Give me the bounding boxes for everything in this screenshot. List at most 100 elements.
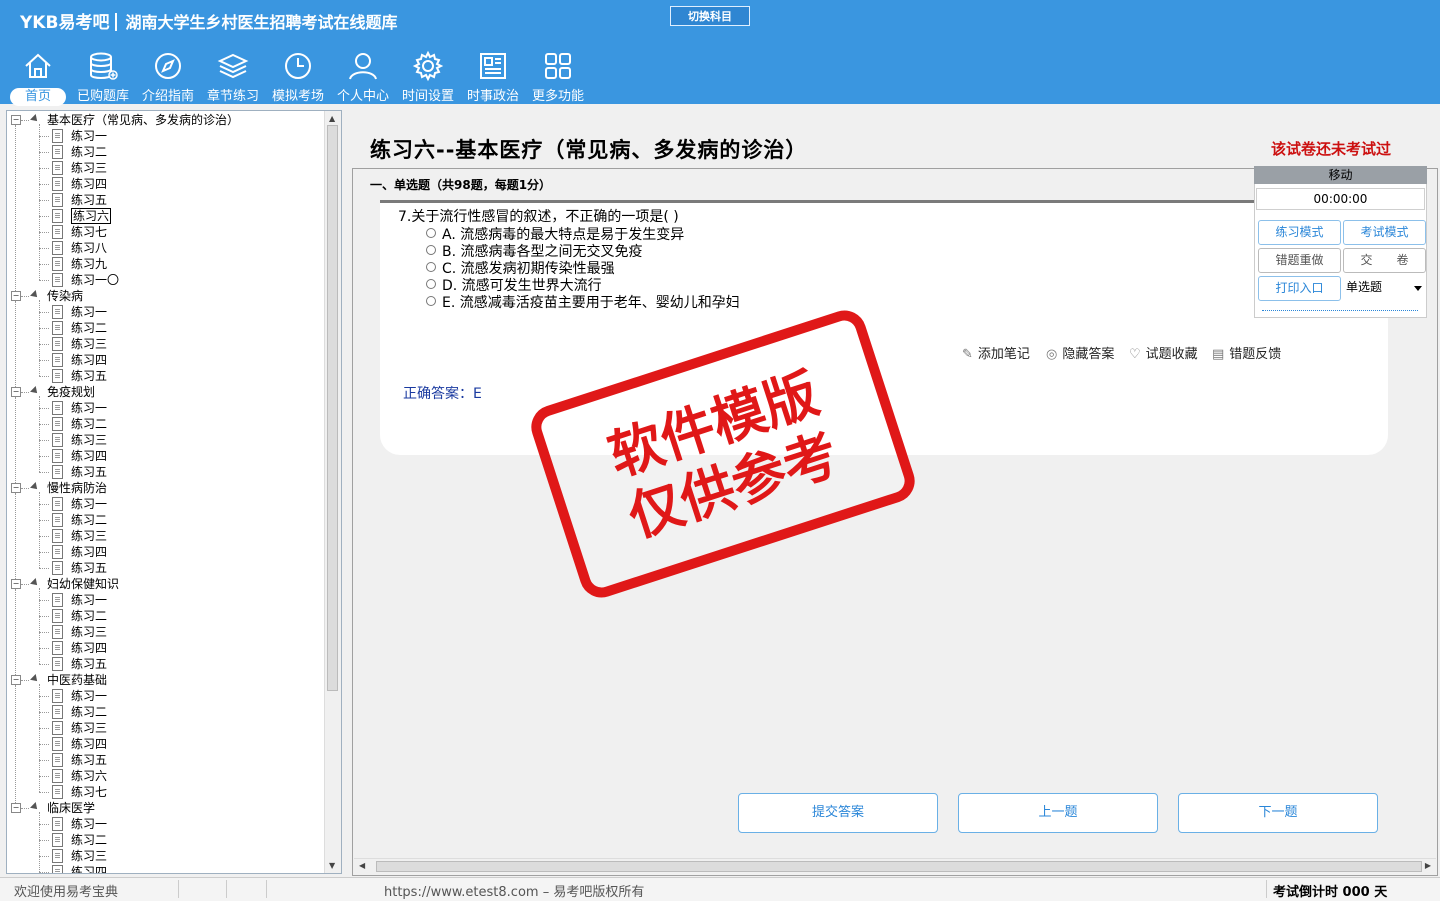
tree-item[interactable]: 练习四 <box>71 736 107 752</box>
tree-item[interactable]: 练习二 <box>71 704 107 720</box>
question-type-select[interactable]: 单选题 <box>1343 276 1426 301</box>
tree-toggle[interactable]: − <box>11 115 21 125</box>
scroll-left-icon[interactable]: ◀ <box>359 861 365 870</box>
tree-item[interactable]: 练习二 <box>71 144 107 160</box>
submit-answer-button[interactable]: 提交答案 <box>738 793 938 833</box>
nav-item-2[interactable]: 介绍指南 <box>137 46 199 106</box>
add-note-button[interactable]: ✎ 添加笔记 <box>962 343 1030 362</box>
radio-button[interactable] <box>426 262 436 272</box>
tree-toggle[interactable]: − <box>11 675 21 685</box>
scroll-thumb[interactable] <box>327 125 338 691</box>
tree-item[interactable]: 练习一 <box>71 400 107 416</box>
tree-toggle[interactable]: − <box>11 387 21 397</box>
nav-item-7[interactable]: 时事政治 <box>462 46 524 106</box>
panel-divider <box>1262 310 1418 311</box>
submit-paper-button[interactable]: 交 卷 <box>1343 248 1426 273</box>
nav-label: 个人中心 <box>336 89 389 104</box>
tree-group[interactable]: 妇幼保健知识 <box>47 576 119 592</box>
tree-item[interactable]: 练习三 <box>71 528 107 544</box>
expand-triangle-icon <box>30 114 40 124</box>
tree-item[interactable]: 练习三 <box>71 720 107 736</box>
tree-item[interactable]: 练习二 <box>71 512 107 528</box>
nav-item-1[interactable]: 已购题库 <box>72 46 134 106</box>
tree-item[interactable]: 练习四 <box>71 176 107 192</box>
tree-item[interactable]: 练习四 <box>71 352 107 368</box>
exam-mode-button[interactable]: 考试模式 <box>1343 220 1426 245</box>
tree-group[interactable]: 基本医疗（常见病、多发病的诊治） <box>47 112 239 128</box>
tree-item[interactable]: 练习二 <box>71 416 107 432</box>
tree-item[interactable]: 练习五 <box>71 560 107 576</box>
tree-item[interactable]: 练习五 <box>71 368 107 384</box>
tree-item[interactable]: 练习七 <box>71 784 107 800</box>
tree-item[interactable]: 练习六 <box>71 768 107 784</box>
tree-item[interactable]: 练习四 <box>71 544 107 560</box>
nav-item-5[interactable]: 个人中心 <box>332 46 394 106</box>
tree-item[interactable]: 练习三 <box>71 432 107 448</box>
tree-item[interactable]: 练习九 <box>71 256 107 272</box>
nav-item-6[interactable]: 时间设置 <box>397 46 459 106</box>
brand-logo: YKB易考吧 <box>20 13 110 33</box>
sidebar-scrollbar[interactable]: ▲ ▼ <box>324 111 341 873</box>
h-scroll-thumb[interactable] <box>376 861 1422 872</box>
tree-group[interactable]: 免疫规划 <box>47 384 95 400</box>
tree-item[interactable]: 练习二 <box>71 832 107 848</box>
nav-item-0[interactable]: 首页 <box>7 46 69 106</box>
tree-toggle[interactable]: − <box>11 291 21 301</box>
tree-item[interactable]: 练习三 <box>71 624 107 640</box>
tree-item[interactable]: 练习二 <box>71 608 107 624</box>
radio-button[interactable] <box>426 228 436 238</box>
chapter-tree[interactable]: − 基本医疗（常见病、多发病的诊治） 练习一 练习二 练习三 练习四 练习五 练习六 练习七 练习… <box>6 110 342 874</box>
nav-item-8[interactable]: 更多功能 <box>527 46 589 106</box>
tree-item[interactable]: 练习三 <box>71 848 107 864</box>
print-button[interactable]: 打印入口 <box>1258 276 1341 301</box>
tree-item[interactable]: 练习一 <box>71 688 107 704</box>
tree-item[interactable]: 练习三 <box>71 336 107 352</box>
main-horizontal-scrollbar[interactable]: ◀ ▶ <box>354 858 1436 875</box>
tree-item[interactable]: 练习一 <box>71 496 107 512</box>
scroll-up-icon[interactable]: ▲ <box>329 114 335 123</box>
radio-button[interactable] <box>426 296 436 306</box>
tree-item[interactable]: 练习三 <box>71 160 107 176</box>
feedback-button[interactable]: ▤ 错题反馈 <box>1212 343 1281 362</box>
scroll-down-icon[interactable]: ▼ <box>329 861 335 870</box>
tree-item[interactable]: 练习八 <box>71 240 107 256</box>
tree-item[interactable]: 练习五 <box>71 192 107 208</box>
tree-group[interactable]: 中医药基础 <box>47 672 107 688</box>
tree-item[interactable]: 练习六 <box>71 208 112 224</box>
nav-item-4[interactable]: 模拟考场 <box>267 46 329 106</box>
radio-button[interactable] <box>426 279 436 289</box>
tree-item[interactable]: 练习一 <box>71 592 107 608</box>
scroll-right-icon[interactable]: ▶ <box>1425 861 1431 870</box>
practice-mode-button[interactable]: 练习模式 <box>1258 220 1341 245</box>
tree-item[interactable]: 练习一 <box>71 816 107 832</box>
prev-question-button[interactable]: 上一题 <box>958 793 1158 833</box>
tree-toggle[interactable]: − <box>11 579 21 589</box>
nav-label: 章节练习 <box>206 89 259 104</box>
tree-item[interactable]: 练习五 <box>71 656 107 672</box>
option-4[interactable]: E. 流感减毒活疫苗主要用于老年、婴幼儿和孕妇 <box>426 292 740 312</box>
tree-item[interactable]: 练习一 <box>71 304 107 320</box>
tree-item[interactable]: 练习五 <box>71 464 107 480</box>
radio-button[interactable] <box>426 245 436 255</box>
hide-answer-button[interactable]: ◎ 隐藏答案 <box>1046 343 1114 362</box>
tree-item[interactable]: 练习一〇 <box>71 272 119 288</box>
tree-item[interactable]: 练习二 <box>71 320 107 336</box>
move-handle[interactable]: 移动 <box>1254 166 1427 184</box>
redo-wrong-button[interactable]: 错题重做 <box>1258 248 1341 273</box>
tree-group[interactable]: 传染病 <box>47 288 83 304</box>
tree-toggle[interactable]: − <box>11 483 21 493</box>
switch-subject-button[interactable]: 切换科目 <box>670 6 750 26</box>
tree-group[interactable]: 临床医学 <box>47 800 95 816</box>
tree-item[interactable]: 练习四 <box>71 640 107 656</box>
favorite-button[interactable]: ♡ 试题收藏 <box>1129 343 1198 362</box>
tree-item[interactable]: 练习四 <box>71 864 107 873</box>
tree-toggle[interactable]: − <box>11 803 21 813</box>
tree-item[interactable]: 练习四 <box>71 448 107 464</box>
tree-item[interactable]: 练习五 <box>71 752 107 768</box>
question-text: 7.关于流行性感冒的叙述，不正确的一项是( ) <box>398 209 679 225</box>
tree-item[interactable]: 练习一 <box>71 128 107 144</box>
nav-item-3[interactable]: 章节练习 <box>202 46 264 106</box>
tree-item[interactable]: 练习七 <box>71 224 107 240</box>
next-question-button[interactable]: 下一题 <box>1178 793 1378 833</box>
tree-group[interactable]: 慢性病防治 <box>47 480 107 496</box>
